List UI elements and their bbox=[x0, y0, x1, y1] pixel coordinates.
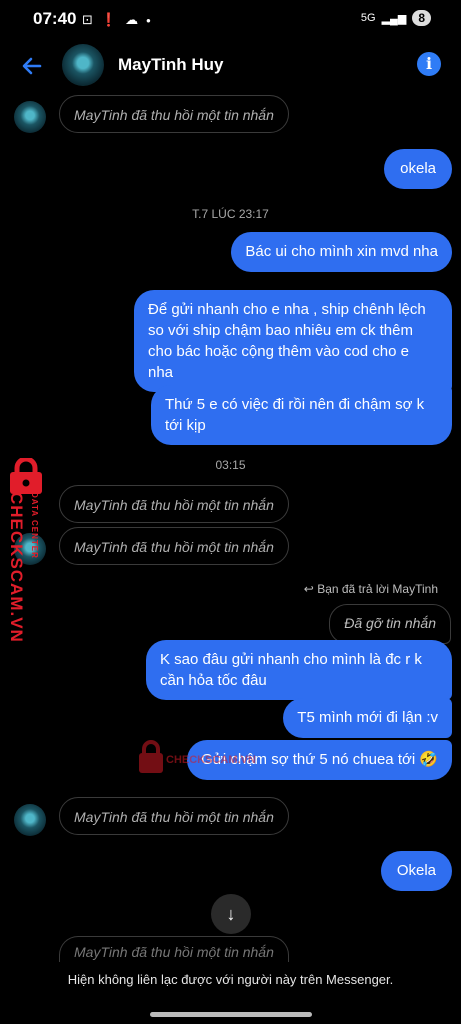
outgoing-message[interactable]: Thứ 5 e có việc đi rồi nên đi chậm sợ k … bbox=[151, 385, 452, 445]
recalled-message[interactable]: MayTinh đã thu hồi một tin nhắn bbox=[59, 95, 289, 133]
chat-header: MayTinh Huy i bbox=[0, 38, 461, 94]
screenshot-icon: ⊡ bbox=[82, 12, 93, 27]
reply-quote[interactable]: Đã gỡ tin nhắn bbox=[329, 604, 451, 644]
recalled-message-partial[interactable]: MayTinh đã thu hồi một tin nhắn bbox=[59, 936, 289, 962]
cloud-icon: ☁ bbox=[125, 12, 139, 27]
outgoing-message[interactable]: Để gửi nhanh cho e nha , ship chênh lệch… bbox=[134, 290, 452, 392]
watermark-sub: DATA CENTER bbox=[30, 492, 39, 559]
outgoing-message[interactable]: okela bbox=[384, 149, 452, 189]
contact-avatar-small[interactable] bbox=[14, 804, 46, 836]
battery-icon: 8 bbox=[412, 10, 431, 26]
recalled-message[interactable]: MayTinh đã thu hồi một tin nhắn bbox=[59, 485, 289, 523]
contact-avatar-small[interactable] bbox=[14, 101, 46, 133]
contact-avatar[interactable] bbox=[62, 44, 104, 86]
reply-indicator: ↩ Bạn đã trả lời MayTinh bbox=[304, 582, 438, 596]
timestamp: 03:15 bbox=[215, 458, 246, 472]
watermark-mid-text: CHECKSCAM.VN bbox=[166, 754, 256, 766]
home-indicator[interactable] bbox=[150, 1012, 312, 1017]
dot-icon: • bbox=[146, 12, 151, 28]
alert-icon: ❗ bbox=[100, 12, 118, 27]
reply-label: Bạn đã trả lời MayTinh bbox=[317, 582, 438, 596]
scroll-down-button[interactable]: ↓ bbox=[211, 894, 251, 934]
recalled-message[interactable]: MayTinh đã thu hồi một tin nhắn bbox=[59, 527, 289, 565]
watermark-brand: CHECKSCAM.VN bbox=[7, 492, 26, 643]
lock-icon bbox=[139, 740, 163, 773]
signal-icon: ▂▄▆ bbox=[381, 12, 407, 25]
watermark-logo-center: CHECKSCAM.VN bbox=[138, 740, 298, 776]
status-bar: 07:40 ⊡ ❗ ☁ • 5G ▂▄▆ 8 bbox=[0, 0, 461, 38]
contact-name[interactable]: MayTinh Huy bbox=[118, 55, 223, 75]
outgoing-message[interactable]: T5 mình mới đi lận :v bbox=[283, 698, 452, 738]
lock-icon bbox=[10, 458, 42, 494]
timestamp: T.7 LÚC 23:17 bbox=[192, 207, 269, 221]
network-label: 5G bbox=[360, 12, 376, 24]
outgoing-message[interactable]: Bác ui cho mình xin mvd nha bbox=[231, 232, 452, 272]
back-arrow-icon[interactable] bbox=[18, 52, 46, 80]
unavailable-notice: Hiện không liên lạc được với người này t… bbox=[67, 972, 394, 987]
recalled-message[interactable]: MayTinh đã thu hồi một tin nhắn bbox=[59, 797, 289, 835]
outgoing-message[interactable]: K sao đâu gửi nhanh cho mình là đc r k c… bbox=[146, 640, 452, 700]
info-icon[interactable]: i bbox=[417, 52, 441, 76]
status-time: 07:40 bbox=[33, 9, 77, 28]
arrow-down-icon: ↓ bbox=[226, 904, 236, 924]
outgoing-message[interactable]: Okela bbox=[380, 851, 452, 891]
reply-icon: ↩ bbox=[303, 582, 318, 596]
